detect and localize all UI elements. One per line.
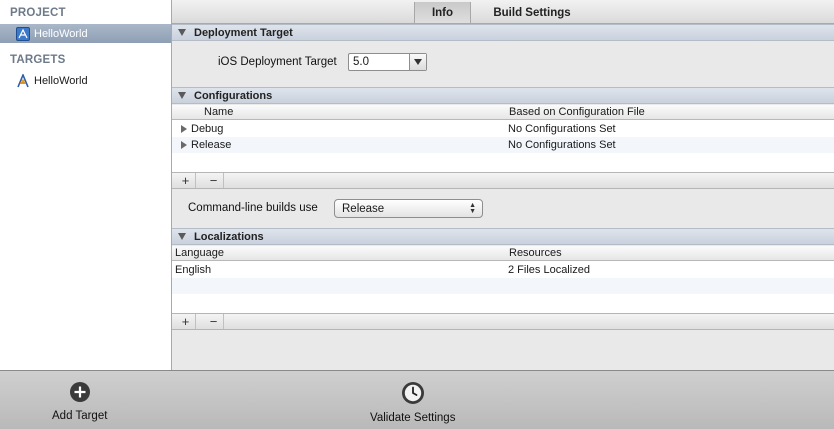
up-down-arrows-icon: ▲ ▼ (469, 202, 476, 215)
config-file: No Configurations Set (508, 123, 616, 135)
sidebar-item-label: HelloWorld (34, 27, 88, 40)
configurations-table: Name Based on Configuration File Debug N… (172, 105, 834, 172)
config-name: Release (191, 139, 232, 151)
project-header: PROJECT (10, 7, 66, 19)
add-target-button[interactable]: Add Target (52, 381, 107, 422)
remove-configuration-button[interactable]: − (204, 173, 224, 188)
localizations-table: Language Resources English 2 Files Local… (172, 246, 834, 313)
column-header-language[interactable]: Language (175, 247, 224, 259)
column-header-name[interactable]: Name (204, 106, 233, 118)
config-file: No Configurations Set (508, 139, 616, 151)
sidebar-item-project-helloworld[interactable]: HelloWorld (0, 24, 171, 43)
deployment-target-section-header[interactable]: Deployment Target (172, 24, 834, 41)
table-row[interactable]: Release No Configurations Set (172, 137, 834, 153)
section-title: Localizations (194, 230, 264, 243)
configurations-add-remove-bar: + − (172, 172, 834, 189)
project-blueprint-icon (16, 26, 30, 41)
command-line-builds-label: Command-line builds use (188, 202, 318, 214)
sidebar-item-label: HelloWorld (34, 74, 88, 87)
editor-tab-bar: Info Build Settings (172, 0, 834, 24)
table-row-empty (172, 278, 834, 294)
disclosure-triangle-icon[interactable] (178, 233, 186, 240)
column-header-config-file[interactable]: Based on Configuration File (509, 106, 645, 118)
plus-circle-icon[interactable] (69, 381, 91, 406)
localization-resources: 2 Files Localized (508, 264, 590, 276)
ios-deployment-target-combo[interactable]: 5.0 (348, 53, 427, 71)
column-header-resources[interactable]: Resources (509, 247, 562, 259)
remove-localization-button[interactable]: − (204, 314, 224, 329)
configurations-table-header: Name Based on Configuration File (172, 105, 834, 120)
command-line-builds-popup[interactable]: Release ▲ ▼ (334, 199, 483, 218)
section-title: Configurations (194, 89, 273, 102)
disclosure-triangle-icon[interactable] (181, 125, 187, 133)
table-row[interactable]: English 2 Files Localized (172, 262, 834, 278)
localizations-section-header[interactable]: Localizations (172, 228, 834, 245)
project-editor: Info Build Settings Deployment Target iO… (172, 0, 834, 370)
add-configuration-button[interactable]: + (176, 173, 196, 188)
validate-settings-label: Validate Settings (370, 412, 456, 424)
disclosure-triangle-icon[interactable] (178, 29, 186, 36)
bottom-toolbar: Add Target Validate Settings (0, 370, 834, 429)
tab-build-settings[interactable]: Build Settings (473, 2, 591, 23)
add-localization-button[interactable]: + (176, 314, 196, 329)
app-target-icon (16, 72, 30, 88)
table-row-empty (172, 153, 834, 169)
config-name: Debug (191, 123, 224, 135)
tab-info[interactable]: Info (414, 2, 471, 23)
add-target-label: Add Target (52, 410, 108, 422)
navigator-sidebar: PROJECT HelloWorld TARGETS HelloWorld (0, 0, 172, 370)
targets-header: TARGETS (10, 54, 66, 66)
ios-deployment-target-value: 5.0 (353, 56, 369, 68)
disclosure-triangle-icon[interactable] (181, 141, 187, 149)
localization-language: English (175, 264, 212, 276)
dropdown-arrow-icon[interactable] (409, 54, 426, 70)
table-row[interactable]: Debug No Configurations Set (172, 121, 834, 137)
disclosure-triangle-icon[interactable] (178, 92, 186, 99)
localizations-add-remove-bar: + − (172, 313, 834, 330)
localizations-table-header: Language Resources (172, 246, 834, 261)
clock-icon[interactable] (401, 381, 425, 408)
configurations-section-header[interactable]: Configurations (172, 87, 834, 104)
validate-settings-button[interactable]: Validate Settings (370, 381, 455, 424)
section-title: Deployment Target (194, 26, 293, 39)
sidebar-item-target-helloworld[interactable]: HelloWorld (0, 71, 171, 90)
table-row-empty (172, 294, 834, 310)
ios-deployment-target-label: iOS Deployment Target (218, 56, 337, 68)
command-line-builds-value: Release (342, 202, 385, 215)
